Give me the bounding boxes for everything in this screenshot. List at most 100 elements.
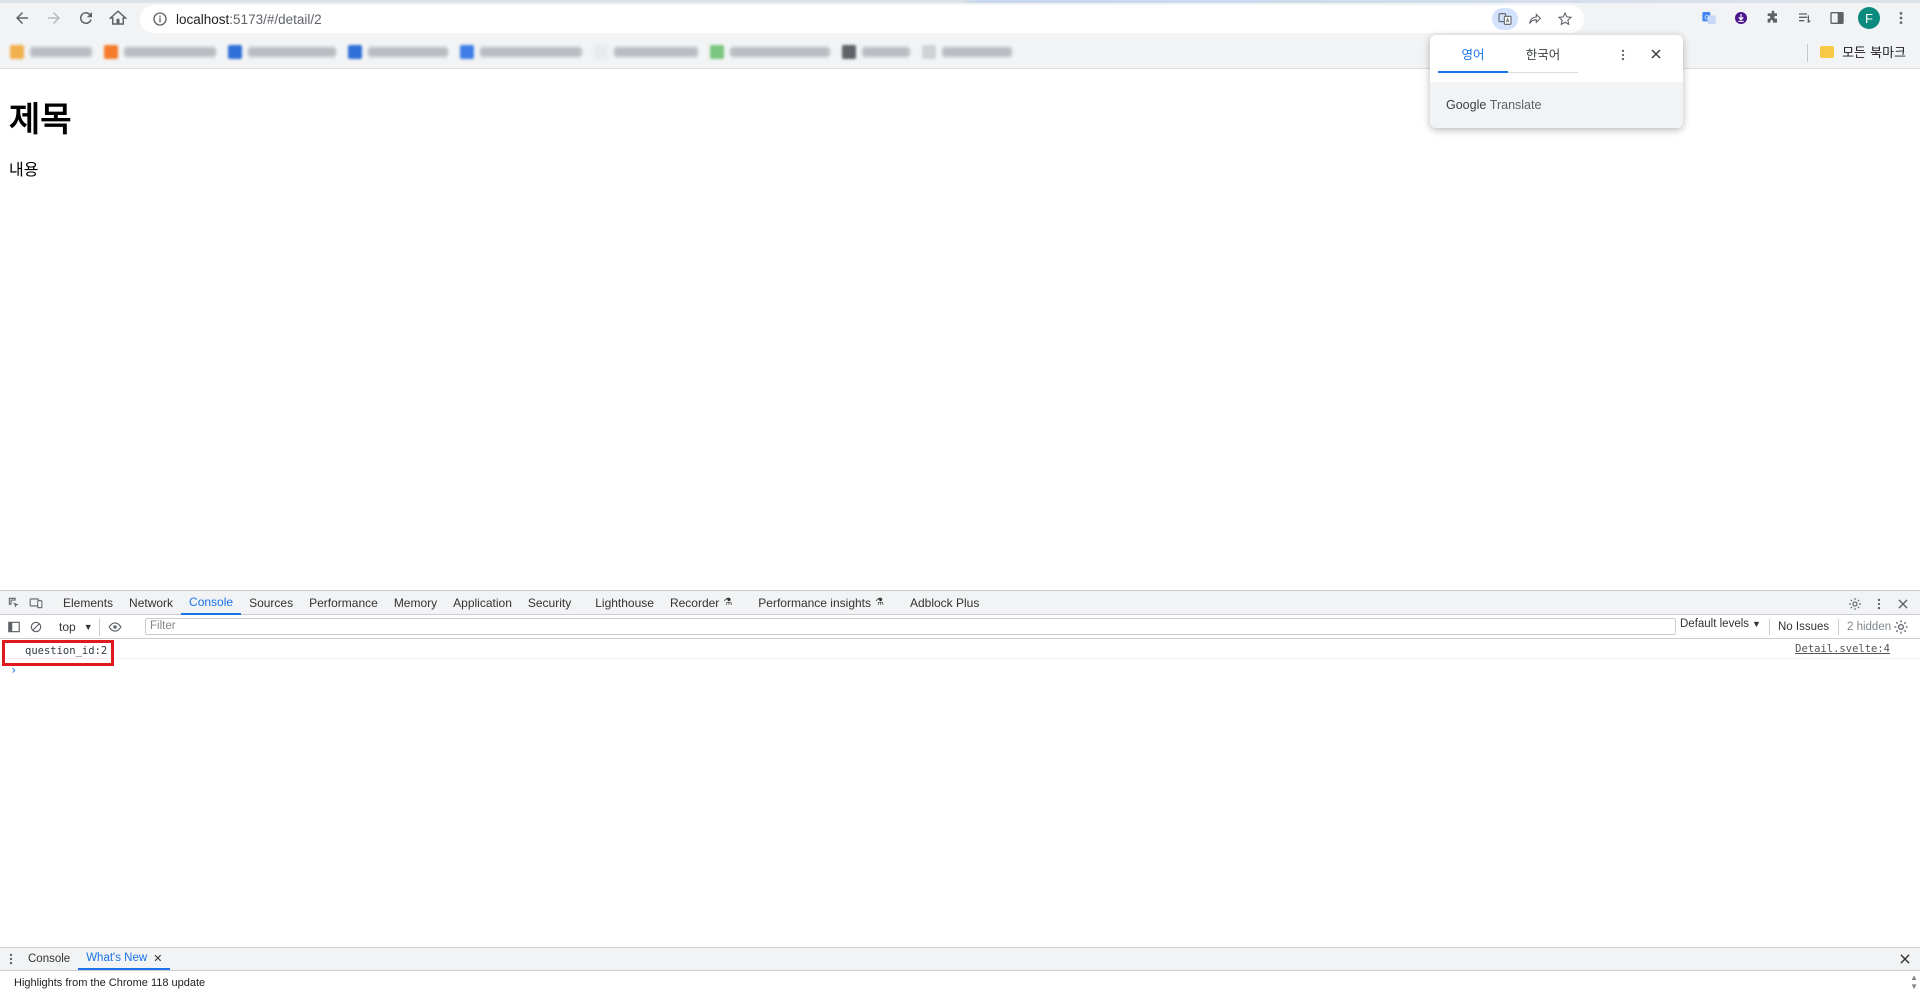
translate-page-button[interactable] <box>1492 8 1518 30</box>
bookmark-item[interactable] <box>594 42 698 62</box>
devtools-tab-network[interactable]: Network <box>121 591 181 615</box>
back-button[interactable] <box>6 2 38 34</box>
extensions-button[interactable] <box>1758 4 1788 32</box>
devtools-tab-console[interactable]: Console <box>181 591 242 615</box>
all-bookmarks-label: 모든 북마크 <box>1842 46 1906 61</box>
drawer-close-icon[interactable] <box>1898 952 1912 966</box>
bookmark-label-blurred <box>248 47 336 57</box>
bookmark-item[interactable] <box>842 42 910 62</box>
devtools-tab-label: Performance insights <box>758 595 871 610</box>
reading-list-button[interactable] <box>1790 4 1820 32</box>
devtools-tab-label: Recorder <box>669 595 720 610</box>
bookmark-item[interactable] <box>922 42 1012 62</box>
devtools-tab-performance-insights[interactable]: Performance insights ⚗ <box>750 591 892 615</box>
info-icon[interactable] <box>152 11 168 27</box>
bookmark-label-blurred <box>730 47 830 57</box>
extensions-area: G F <box>1694 4 1920 32</box>
devtools-tab-label: Security <box>527 595 572 610</box>
devtools-tab-label: Elements <box>63 595 114 610</box>
tab-target-language[interactable]: 한국어 <box>1508 35 1578 73</box>
home-button[interactable] <box>102 2 134 34</box>
drawer-tab-whats-new[interactable]: What's New ✕ <box>78 948 171 970</box>
all-bookmarks-button[interactable]: 모든 북마크 <box>1820 42 1906 61</box>
live-expression-button[interactable] <box>104 616 126 638</box>
url-path: :5173/#/detail/2 <box>229 11 322 27</box>
browser-menu-button[interactable] <box>1886 4 1916 32</box>
devtools-tab-application[interactable]: Application <box>445 591 520 615</box>
console-filter-input[interactable]: Filter <box>145 618 1676 635</box>
devtools-tab-performance[interactable]: Performance <box>301 591 386 615</box>
url-host: localhost <box>176 11 230 27</box>
device-toolbar-button[interactable] <box>25 592 47 614</box>
devtools-tab-lighthouse[interactable]: Lighthouse <box>587 591 662 615</box>
reload-button[interactable] <box>70 2 102 34</box>
console-settings-icon[interactable] <box>1893 619 1909 635</box>
devtools-tab-recorder[interactable]: Recorder ⚗ <box>662 591 740 615</box>
bookmark-item[interactable] <box>348 42 448 62</box>
scroll-arrows-icon[interactable]: ▲ ▼ <box>1910 973 1918 991</box>
translate-options-icon[interactable] <box>1616 47 1630 63</box>
side-panel-button[interactable] <box>1822 4 1852 32</box>
devtools-close-button[interactable] <box>1892 593 1914 615</box>
bookmark-favicon-icon <box>710 45 724 59</box>
devtools-settings-button[interactable] <box>1844 593 1866 615</box>
devtools-tab-label: Network <box>129 595 174 610</box>
context-selector[interactable]: top ▼ <box>53 617 100 636</box>
bookmark-label-blurred <box>942 47 1012 57</box>
devtools-tab-label: Console <box>189 594 234 609</box>
inspect-element-button[interactable] <box>3 592 25 614</box>
forward-button[interactable] <box>38 2 70 34</box>
devtools-tab-elements[interactable]: Elements <box>55 591 121 615</box>
device-icon <box>29 597 43 608</box>
show-sidebar-button[interactable] <box>3 616 25 638</box>
home-icon <box>109 10 127 25</box>
bookmark-favicon-icon <box>348 45 362 59</box>
bookmark-favicon-icon <box>842 45 856 59</box>
bookmark-item[interactable] <box>228 42 336 62</box>
bookmark-item[interactable] <box>710 42 830 62</box>
eye-icon <box>108 621 122 632</box>
bookmark-item[interactable] <box>104 42 216 62</box>
experimental-flask-icon: ⚗ <box>875 597 884 608</box>
bookmark-favicon-icon <box>922 45 936 59</box>
devtools-tab-label: Lighthouse <box>595 595 654 610</box>
inspect-icon <box>8 597 19 608</box>
arrow-right-icon <box>48 12 60 24</box>
console-prompt-icon[interactable]: › <box>10 663 17 677</box>
drawer-menu-button[interactable] <box>2 948 20 970</box>
devtools-tab-sources[interactable]: Sources <box>241 591 301 615</box>
devtools-tab-label: Sources <box>249 595 294 610</box>
kebab-menu-icon <box>1899 12 1903 24</box>
download-extension[interactable] <box>1726 4 1756 32</box>
issues-counter[interactable]: No Issues <box>1769 619 1829 635</box>
profile-button[interactable]: F <box>1854 4 1884 32</box>
tab-source-language[interactable]: 영어 <box>1438 35 1508 73</box>
translate-close-icon[interactable] <box>1648 46 1664 62</box>
avatar: F <box>1858 7 1880 29</box>
devtools-tab-memory[interactable]: Memory <box>386 591 445 615</box>
devtools-menu-button[interactable] <box>1868 593 1890 615</box>
devtools-tab-label: Application <box>453 595 512 610</box>
share-button[interactable] <box>1522 8 1548 30</box>
translate-popup: 영어 한국어 Google Translate <box>1430 35 1683 128</box>
log-levels-dropdown[interactable]: Default levels ▼ <box>1680 618 1761 630</box>
bookmark-label-blurred <box>368 47 448 57</box>
clear-console-button[interactable] <box>25 616 47 638</box>
experimental-flask-icon: ⚗ <box>723 597 733 608</box>
folder-icon <box>1820 45 1835 58</box>
bookmark-item[interactable] <box>10 42 92 62</box>
bookmark-star-button[interactable] <box>1552 8 1578 30</box>
puzzle-icon <box>1767 10 1777 23</box>
console-message-source-link[interactable]: Detail.svelte:4 <box>1795 643 1890 655</box>
close-icon <box>1898 599 1908 609</box>
translate-footer: Google Translate <box>1430 82 1683 128</box>
bookmark-item[interactable] <box>460 42 582 62</box>
drawer-tab-console[interactable]: Console <box>20 948 78 970</box>
close-tab-icon[interactable]: ✕ <box>153 952 162 965</box>
devtools-tab-security[interactable]: Security <box>520 591 579 615</box>
address-bar[interactable]: localhost:5173/#/detail/2 <box>140 5 1584 33</box>
devtools-tab-adblock-plus[interactable]: Adblock Plus <box>902 591 987 615</box>
share-icon <box>1529 13 1542 24</box>
tab-strip-edge <box>0 0 1920 3</box>
google-translate-extension[interactable]: G <box>1694 4 1724 32</box>
